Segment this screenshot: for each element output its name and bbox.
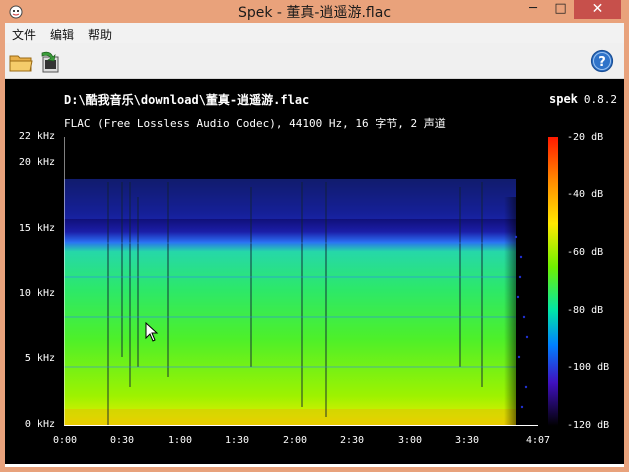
menu-help[interactable]: 帮助 xyxy=(88,26,112,43)
toolbar xyxy=(5,43,624,79)
mouse-cursor-icon xyxy=(145,322,159,342)
x-tick-label: 0:30 xyxy=(109,435,135,446)
file-info: FLAC (Free Lossless Audio Codec), 44100 … xyxy=(64,117,446,130)
y-tick-label: 0 kHz xyxy=(24,419,55,430)
y-tick-label: 10 kHz xyxy=(18,288,55,299)
y-tick-label: 22 kHz xyxy=(18,131,55,142)
brand-name: spek xyxy=(549,92,578,106)
db-tick-label: -60 dB xyxy=(567,247,604,258)
y-tick-label: 15 kHz xyxy=(18,223,55,234)
y-tick-label: 20 kHz xyxy=(18,157,55,168)
x-tick-label: 1:00 xyxy=(167,435,193,446)
spek-brand: spek 0.8.2 xyxy=(549,92,617,106)
db-colorbar xyxy=(548,137,558,426)
open-folder-icon[interactable] xyxy=(9,51,33,73)
spectrum-top-band xyxy=(64,179,516,219)
file-path: D:\酷我音乐\download\董真-逍遥游.flac xyxy=(64,93,310,107)
x-tick-label: 2:00 xyxy=(282,435,308,446)
x-tick-label: 2:30 xyxy=(339,435,365,446)
version-label: 0.8.2 xyxy=(583,93,618,106)
db-tick-label: -40 dB xyxy=(567,189,604,200)
db-tick-label: -80 dB xyxy=(567,305,604,316)
spectrum-fade-tail xyxy=(504,197,538,426)
db-tick-label: -100 dB xyxy=(567,362,610,373)
x-tick-label: 0:00 xyxy=(52,435,78,446)
menu-bar: 文件 编辑 帮助 xyxy=(5,23,624,43)
spectrogram-plot[interactable] xyxy=(64,137,538,426)
db-tick-label: -120 dB xyxy=(567,420,610,431)
maximize-button[interactable]: □ xyxy=(547,0,574,19)
save-image-icon[interactable] xyxy=(38,51,62,73)
x-tick-label: 4:07 xyxy=(525,435,551,446)
y-tick-label: 5 kHz xyxy=(24,353,55,364)
help-icon[interactable]: ? xyxy=(590,49,614,73)
x-tick-label: 3:00 xyxy=(397,435,423,446)
spectrum-bottom-band xyxy=(64,409,516,426)
menu-file[interactable]: 文件 xyxy=(12,26,36,43)
x-tick-label: 1:30 xyxy=(224,435,250,446)
title-bar[interactable]: Spek - 董真-逍遥游.flac ─ □ ✕ xyxy=(0,0,629,23)
minimize-button[interactable]: ─ xyxy=(519,0,547,19)
x-tick-label: 3:30 xyxy=(454,435,480,446)
menu-edit[interactable]: 编辑 xyxy=(50,26,74,43)
db-tick-label: -20 dB xyxy=(567,132,604,143)
svg-text:?: ? xyxy=(598,55,606,70)
close-button[interactable]: ✕ xyxy=(574,0,621,19)
